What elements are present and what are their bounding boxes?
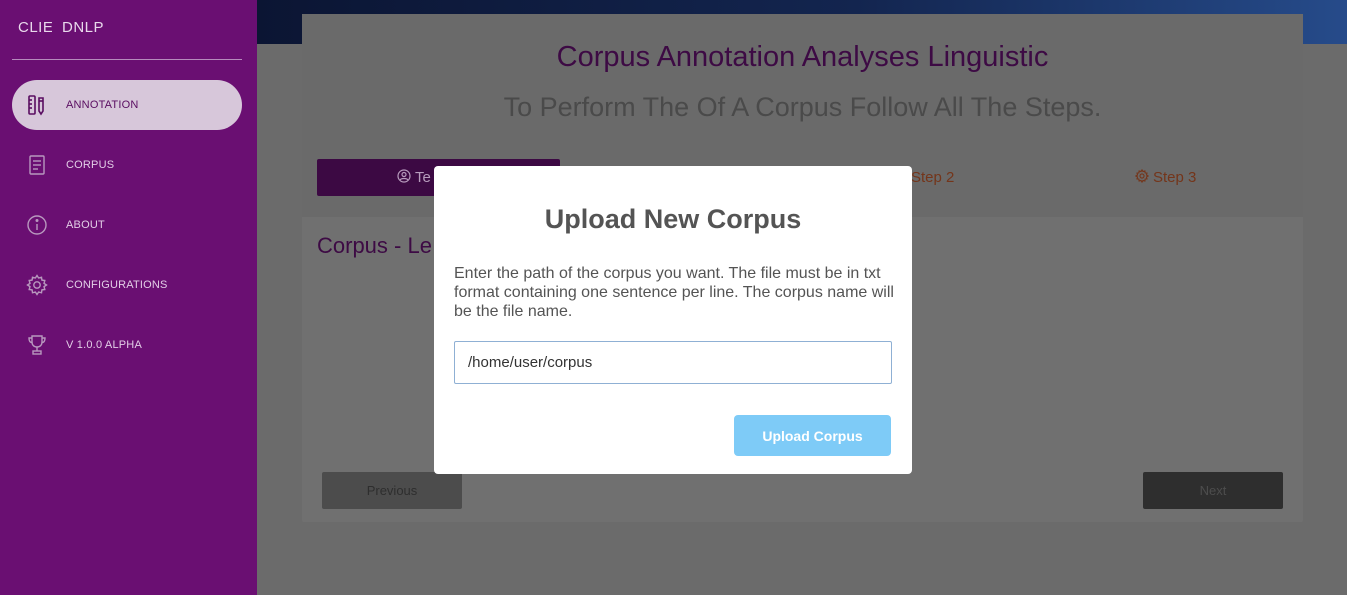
document-icon <box>25 153 49 177</box>
sidebar-item-label: V 1.0.0 ALPHA <box>66 339 142 351</box>
sidebar-item-label: CORPUS <box>66 159 115 171</box>
sidebar-item-label: CONFIGURATIONS <box>66 279 168 291</box>
tab-step-3[interactable]: Step 3 <box>1134 159 1197 196</box>
trophy-icon <box>25 333 49 357</box>
tab-step-3-label: Step 3 <box>1153 169 1197 186</box>
corpus-path-input[interactable] <box>454 341 892 384</box>
sidebar-item-configurations[interactable]: CONFIGURATIONS <box>12 260 242 310</box>
modal-description: Enter the path of the corpus you want. T… <box>454 265 894 320</box>
upload-corpus-modal: Upload New Corpus Enter the path of the … <box>434 166 912 474</box>
upload-corpus-button[interactable]: Upload Corpus <box>734 415 891 456</box>
gear-icon <box>25 273 49 297</box>
modal-title: Upload New Corpus <box>544 204 802 234</box>
sidebar-item-version[interactable]: V 1.0.0 ALPHA <box>12 320 242 370</box>
tab-step-1-label: Te <box>415 169 431 186</box>
sidebar: CLIENT DNLP ANNOTATION CORPUS <box>0 0 257 595</box>
sidebar-item-label: ABOUT <box>66 219 105 231</box>
previous-button[interactable]: Previous <box>322 472 462 509</box>
sidebar-item-annotation[interactable]: ANNOTATION <box>12 80 242 130</box>
user-circle-icon <box>397 169 411 186</box>
gear-icon <box>1134 168 1150 186</box>
sidebar-divider <box>12 59 242 60</box>
sidebar-item-corpus[interactable]: CORPUS <box>12 140 242 190</box>
tab-step-2-label: Step 2 <box>911 169 955 186</box>
page-title: Corpus Annotation Analyses Linguistic <box>556 41 1049 73</box>
brand-text-part1: CLIENT <box>18 19 52 36</box>
brand-logo: CLIENT DNLP <box>18 19 104 39</box>
info-icon <box>25 213 49 237</box>
next-button[interactable]: Next <box>1143 472 1283 509</box>
page-subtitle: To Perform The Of A Corpus Follow All Th… <box>503 92 1102 122</box>
tab-step-2[interactable]: Step 2 <box>911 159 954 196</box>
sidebar-item-about[interactable]: ABOUT <box>12 200 242 250</box>
ruler-pencil-icon <box>25 93 49 117</box>
sidebar-item-label: ANNOTATION <box>66 99 139 111</box>
section-title: Corpus - Le <box>317 233 432 258</box>
brand-text-part2: DNLP <box>62 19 105 36</box>
